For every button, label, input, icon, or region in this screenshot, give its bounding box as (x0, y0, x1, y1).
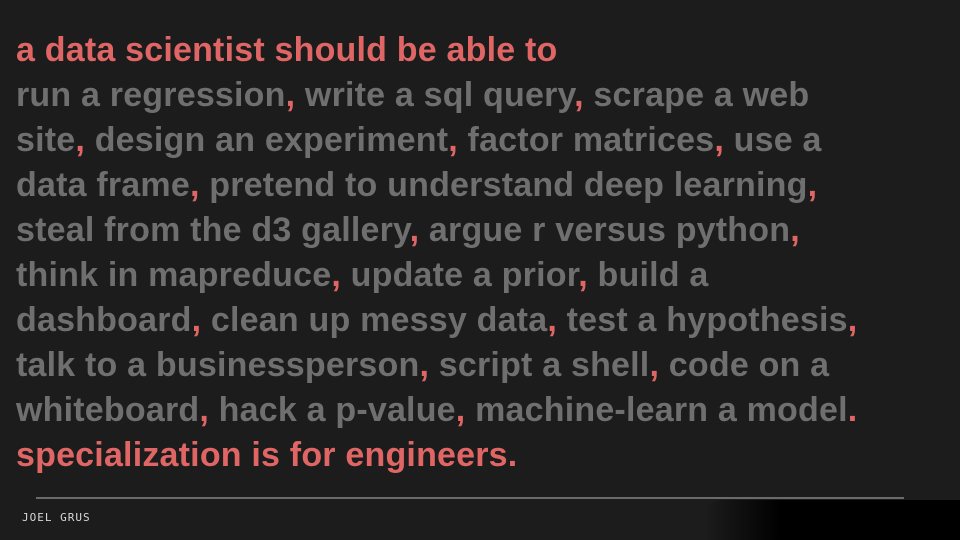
skills-list: run a regression, write a sql query, scr… (16, 73, 956, 433)
skill-text: code on a (659, 346, 830, 384)
skills-line: run a regression, write a sql query, scr… (16, 73, 956, 118)
separator-punctuation: , (448, 121, 458, 159)
skill-text: write a sql query (295, 76, 575, 114)
skill-text: design an experiment (85, 121, 449, 159)
separator-punctuation: , (455, 391, 466, 429)
footer-divider (36, 497, 904, 499)
separator-punctuation: , (189, 166, 200, 204)
skill-text: dashboard (16, 301, 192, 339)
skill-text: run a regression (16, 76, 286, 114)
separator-punctuation: , (714, 121, 724, 159)
author-name: JOEL GRUS (22, 511, 91, 524)
separator-punctuation: , (285, 76, 296, 114)
skill-text: think in mapreduce (16, 256, 332, 294)
skill-text: argue r versus python (419, 211, 791, 249)
skills-line: data frame, pretend to understand deep l… (16, 163, 956, 208)
skills-line: steal from the d3 gallery, argue r versu… (16, 208, 956, 253)
skill-text: whiteboard (16, 391, 200, 429)
separator-punctuation: , (547, 301, 557, 339)
skills-line: talk to a businessperson, script a shell… (16, 343, 956, 388)
skill-text: pretend to understand deep learning (199, 166, 808, 204)
separator-punctuation: , (409, 211, 420, 249)
skills-line: site, design an experiment, factor matri… (16, 118, 956, 163)
slide-heading: a data scientist should be able to (16, 31, 558, 69)
separator-punctuation: , (790, 211, 800, 249)
slide-text-block: a data scientist should be able to run a… (16, 28, 956, 478)
skill-text: script a shell (429, 346, 650, 384)
separator-punctuation: , (331, 256, 341, 294)
skills-line: think in mapreduce, update a prior, buil… (16, 253, 956, 298)
separator-punctuation: , (847, 301, 858, 339)
skill-text: steal from the d3 gallery (16, 211, 410, 249)
separator-punctuation: , (578, 256, 588, 294)
separator-punctuation: , (199, 391, 209, 429)
corner-shadow-overlay (704, 500, 960, 540)
skill-text: build a (587, 256, 709, 294)
skill-text: clean up messy data (201, 301, 548, 339)
separator-punctuation: , (419, 346, 430, 384)
separator-punctuation: . (847, 391, 858, 429)
closing-statement: specialization is for engineers. (16, 436, 518, 474)
skill-text: hack a p-value (209, 391, 456, 429)
skill-text: talk to a businessperson (16, 346, 420, 384)
skill-text: site (16, 121, 76, 159)
skill-text: test a hypothesis (556, 301, 848, 339)
separator-punctuation: , (191, 301, 202, 339)
skill-text: factor matrices (457, 121, 715, 159)
skill-text: update a prior (340, 256, 579, 294)
skill-text: scrape a web (583, 76, 810, 114)
skill-text: data frame (16, 166, 190, 204)
skills-line: dashboard, clean up messy data, test a h… (16, 298, 956, 343)
skill-text: machine-learn a model (465, 391, 848, 429)
skill-text: use a (724, 121, 822, 159)
separator-punctuation: , (807, 166, 818, 204)
separator-punctuation: , (649, 346, 660, 384)
separator-punctuation: , (574, 76, 584, 114)
slide: a data scientist should be able to run a… (0, 0, 960, 540)
skills-line: whiteboard, hack a p-value, machine-lear… (16, 388, 956, 433)
separator-punctuation: , (75, 121, 86, 159)
